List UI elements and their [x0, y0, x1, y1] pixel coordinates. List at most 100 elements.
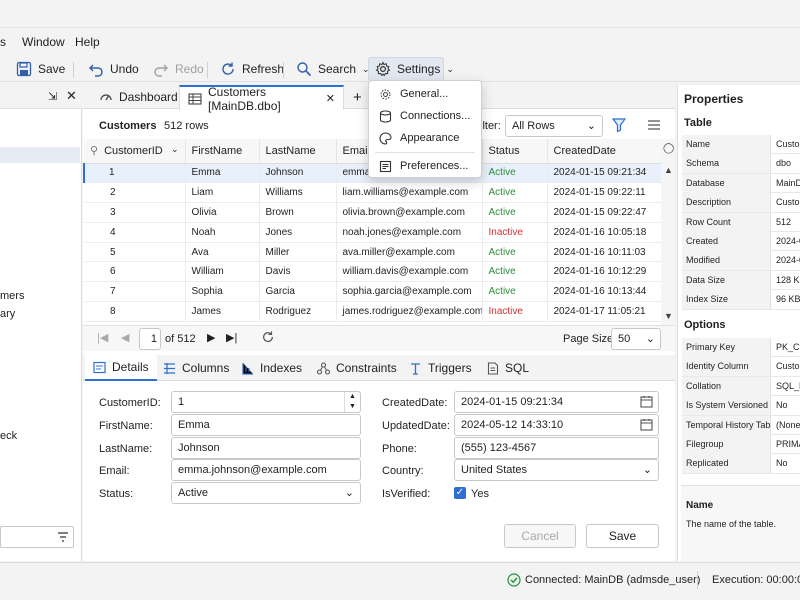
createddate-field[interactable]: 2024-01-15 09:21:34	[454, 391, 659, 413]
property-row[interactable]: NameCustom	[682, 135, 800, 155]
page-input[interactable]: 1	[139, 328, 161, 350]
tab-columns[interactable]: Columns	[155, 355, 237, 381]
table-row[interactable]: 2 Liam Williams liam.williams@example.co…	[84, 182, 663, 204]
cell-created[interactable]: 2024-01-16 10:12:29	[547, 261, 663, 283]
cell-email[interactable]: noah.jones@example.com	[336, 222, 483, 243]
property-value[interactable]: MainD	[772, 174, 800, 193]
cell-created[interactable]: 2024-01-16 10:11:03	[547, 242, 663, 263]
cell-email[interactable]: ava.miller@example.com	[336, 242, 483, 263]
cell-email[interactable]: liam.williams@example.com	[336, 182, 483, 204]
cell-email[interactable]: james.rodriguez@example.com	[336, 301, 483, 322]
property-value[interactable]: Custo	[772, 357, 800, 376]
cell-status[interactable]: Inactive	[482, 301, 548, 322]
cell-created[interactable]: 2024-01-15 09:22:47	[547, 202, 663, 223]
cell-first[interactable]: James	[185, 301, 260, 322]
property-value[interactable]: SQL_La	[772, 377, 800, 396]
tab-sql[interactable]: SQL	[479, 355, 537, 381]
country-select[interactable]: United States ⌄	[454, 459, 659, 481]
property-row[interactable]: FilegroupPRIMA	[682, 435, 800, 455]
cell-id[interactable]: 4	[84, 222, 186, 243]
tree-item[interactable]: mers	[0, 290, 24, 302]
tree-item[interactable]: eck	[0, 430, 17, 442]
property-row[interactable]: Primary KeyPK_Cu	[682, 338, 800, 358]
cell-first[interactable]: Olivia	[185, 202, 260, 223]
menu-item-general[interactable]: General...	[369, 83, 481, 105]
status-select[interactable]: Active ⌄	[171, 482, 361, 504]
cell-status[interactable]: Active	[482, 242, 548, 263]
first-page-icon[interactable]: |◀	[97, 331, 108, 344]
property-value[interactable]: 128 KB	[772, 271, 800, 290]
cell-last[interactable]: Brown	[259, 202, 337, 223]
tab-constraints[interactable]: Constraints	[309, 355, 405, 381]
cell-id[interactable]: 6	[84, 261, 186, 283]
cell-id[interactable]: 1	[83, 163, 186, 184]
table-row[interactable]: 4 Noah Jones noah.jones@example.com Inac…	[84, 222, 663, 243]
tab-details[interactable]: Details	[85, 355, 157, 381]
scroll-down-icon[interactable]: ▼	[664, 311, 673, 321]
save-form-button[interactable]: Save	[586, 524, 659, 548]
row-filter-select[interactable]: All Rows ⌄	[505, 115, 603, 137]
cell-status[interactable]: Active	[482, 163, 548, 184]
property-row[interactable]: DescriptionCustom	[682, 193, 800, 213]
table-row[interactable]: 5 Ava Miller ava.miller@example.com Acti…	[84, 242, 663, 263]
property-value[interactable]: 512	[772, 213, 800, 232]
column-header-firstname[interactable]: FirstName	[185, 139, 260, 164]
property-row[interactable]: Created2024-0	[682, 232, 800, 252]
cell-status[interactable]: Active	[482, 281, 548, 303]
menu-window[interactable]: Window	[22, 35, 65, 49]
cell-created[interactable]: 2024-01-16 10:13:44	[547, 281, 663, 303]
firstname-field[interactable]: Emma	[171, 414, 361, 436]
property-row[interactable]: Is System Versioned No	[682, 396, 800, 416]
property-value[interactable]: 2024-0	[772, 251, 800, 270]
property-value[interactable]: PK_Cu	[772, 338, 800, 357]
cell-last[interactable]: Rodriguez	[259, 301, 337, 322]
column-header-status[interactable]: Status	[482, 139, 548, 164]
filter-icon[interactable]	[57, 531, 69, 543]
cell-last[interactable]: Johnson	[259, 163, 337, 184]
cell-id[interactable]: 5	[84, 242, 186, 263]
page-size-select[interactable]: 50 ⌄	[611, 328, 661, 350]
property-row[interactable]: Data Size128 KB	[682, 270, 800, 291]
property-row[interactable]: Row Count 512	[682, 212, 800, 232]
tab-triggers[interactable]: Triggers	[401, 355, 480, 381]
close-icon[interactable]: ✕	[326, 92, 335, 105]
tab-dashboard[interactable]: Dashboard	[91, 85, 186, 109]
prev-page-icon[interactable]: ◀	[121, 331, 129, 344]
tab-customers[interactable]: Customers [MainDB.dbo] ✕	[179, 85, 344, 113]
property-value[interactable]: dbo	[772, 154, 800, 173]
property-row[interactable]: Identity Column Custo	[682, 357, 800, 377]
phone-field[interactable]: (555) 123-4567	[454, 437, 659, 459]
email-field[interactable]: emma.johnson@example.com	[171, 459, 361, 481]
cell-created[interactable]: 2024-01-17 11:05:21	[547, 301, 663, 322]
table-row[interactable]: 8 James Rodriguez james.rodriguez@exampl…	[84, 301, 663, 322]
property-row[interactable]: Replicated No	[682, 454, 800, 474]
new-tab-button[interactable]: +	[345, 85, 370, 109]
cell-last[interactable]: Davis	[259, 261, 337, 283]
menu-item-preferences[interactable]: Preferences...	[369, 155, 481, 177]
menu-item-appearance[interactable]: Appearance	[369, 127, 481, 149]
tree-item[interactable]: ary	[0, 308, 15, 320]
isverified-checkbox[interactable]: ✓	[454, 487, 466, 499]
menu-item[interactable]: s	[0, 35, 6, 49]
grid-scrollbar[interactable]: ◯ ▲ ▼	[661, 139, 675, 325]
menu-item-connections[interactable]: Connections...	[369, 105, 481, 127]
lastname-field[interactable]: Johnson	[171, 437, 361, 459]
table-row[interactable]: 7 Sophia Garcia sophia.garcia@example.co…	[84, 281, 663, 303]
cell-first[interactable]: Sophia	[185, 281, 260, 303]
property-value[interactable]: Custom	[772, 135, 800, 154]
calendar-icon[interactable]	[640, 418, 653, 431]
property-value[interactable]: No	[772, 396, 800, 415]
property-value[interactable]: PRIMA	[772, 435, 800, 454]
menu-help[interactable]: Help	[75, 35, 100, 49]
cell-id[interactable]: 3	[84, 202, 186, 223]
cell-id[interactable]: 8	[84, 301, 186, 322]
cell-first[interactable]: Emma	[185, 163, 260, 184]
property-value[interactable]: 2024-0	[772, 232, 800, 251]
cell-status[interactable]: Inactive	[482, 222, 548, 243]
cell-email[interactable]: william.davis@example.com	[336, 261, 483, 283]
property-value[interactable]: 96 KB	[772, 290, 800, 309]
cell-status[interactable]: Active	[482, 261, 548, 283]
column-header-customerid[interactable]: ⚲ CustomerID ⌄	[84, 139, 186, 164]
tree-selection[interactable]	[0, 147, 80, 163]
close-icon[interactable]: ✕	[66, 88, 77, 104]
